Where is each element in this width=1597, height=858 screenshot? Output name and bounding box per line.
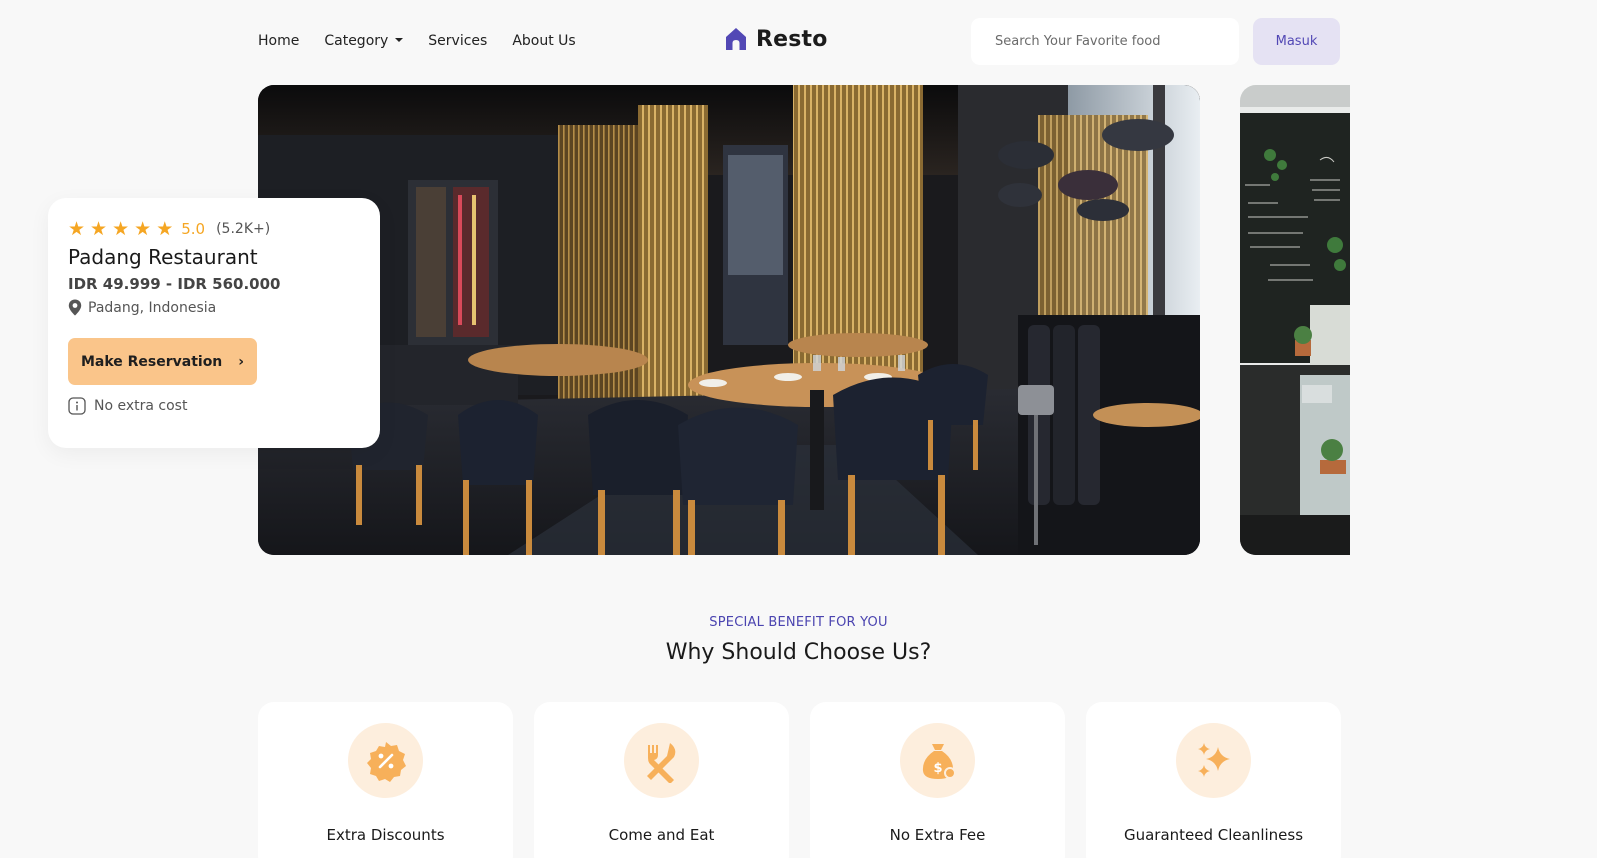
star-icon: ★ bbox=[134, 218, 152, 240]
feature-icon-circle bbox=[348, 723, 423, 798]
fork-knife-icon bbox=[646, 742, 675, 783]
location-text: Padang, Indonesia bbox=[88, 299, 217, 316]
star-icon: ★ bbox=[68, 218, 86, 240]
cafe-chalkboard-image bbox=[1240, 85, 1350, 555]
money-bag-icon: $ bbox=[922, 743, 956, 779]
feature-icon-circle: $ bbox=[900, 723, 975, 798]
caret-down-icon bbox=[395, 38, 404, 42]
brand-name: Resto bbox=[756, 26, 828, 52]
feature-icon-circle bbox=[1176, 723, 1251, 798]
login-button[interactable]: Masuk bbox=[1253, 18, 1340, 65]
feature-card-cleanliness: Guaranteed Cleanliness bbox=[1086, 702, 1341, 858]
location: Padang, Indonesia bbox=[68, 299, 360, 316]
feature-card-discounts: Extra Discounts bbox=[258, 702, 513, 858]
star-icon: ★ bbox=[156, 218, 174, 240]
nav-category-label: Category bbox=[324, 33, 389, 49]
feature-card-no-extra-fee: $ No Extra Fee bbox=[810, 702, 1065, 858]
feature-label: No Extra Fee bbox=[889, 826, 986, 844]
feature-label: Guaranteed Cleanliness bbox=[1123, 826, 1304, 844]
make-reservation-button[interactable]: Make Reservation › bbox=[68, 338, 257, 385]
feature-icon-circle bbox=[624, 723, 699, 798]
nav-services[interactable]: Services bbox=[428, 30, 487, 52]
nav-about-us[interactable]: About Us bbox=[512, 30, 575, 52]
reservation-label: Make Reservation bbox=[80, 353, 223, 370]
section-title: Why Should Choose Us? bbox=[665, 640, 932, 665]
rating-value: 5.0 bbox=[181, 220, 206, 238]
restaurant-name: Padang Restaurant bbox=[68, 245, 258, 269]
note-text: No extra cost bbox=[94, 398, 188, 414]
rating-count: (5.2K+) bbox=[216, 221, 271, 237]
nav-category-dropdown[interactable]: Category bbox=[324, 30, 404, 52]
restaurant-interior-image bbox=[258, 85, 1200, 555]
brand-logo[interactable]: Resto bbox=[724, 26, 828, 52]
chevron-right-icon: › bbox=[238, 353, 245, 370]
extra-cost-note: No extra cost bbox=[68, 397, 360, 415]
section-eyebrow: SPECIAL BENEFIT FOR YOU bbox=[709, 615, 888, 630]
hero-side-image[interactable] bbox=[1240, 85, 1350, 555]
hero-main-image[interactable] bbox=[258, 85, 1200, 555]
restaurant-card: ★ ★ ★ ★ ★ 5.0 (5.2K+) Padang Restaurant … bbox=[48, 198, 380, 448]
main-nav: Home Category Services About Us bbox=[258, 30, 576, 52]
page: Home Category Services About Us Resto Ma… bbox=[0, 0, 1597, 858]
search-input[interactable] bbox=[971, 18, 1239, 65]
rating-row: ★ ★ ★ ★ ★ 5.0 (5.2K+) bbox=[68, 219, 360, 239]
star-icon: ★ bbox=[112, 218, 130, 240]
sparkles-icon bbox=[1197, 742, 1230, 777]
feature-label: Extra Discounts bbox=[326, 826, 445, 844]
info-icon bbox=[68, 397, 86, 415]
svg-text:$: $ bbox=[933, 761, 942, 776]
discount-badge-icon bbox=[366, 741, 406, 782]
home-icon bbox=[726, 28, 746, 50]
feature-label: Come and Eat bbox=[608, 826, 715, 844]
feature-card-come-and-eat: Come and Eat bbox=[534, 702, 789, 858]
star-icon: ★ bbox=[90, 218, 108, 240]
location-pin-icon bbox=[68, 299, 82, 316]
nav-home[interactable]: Home bbox=[258, 30, 299, 52]
price-range: IDR 49.999 - IDR 560.000 bbox=[68, 275, 281, 293]
